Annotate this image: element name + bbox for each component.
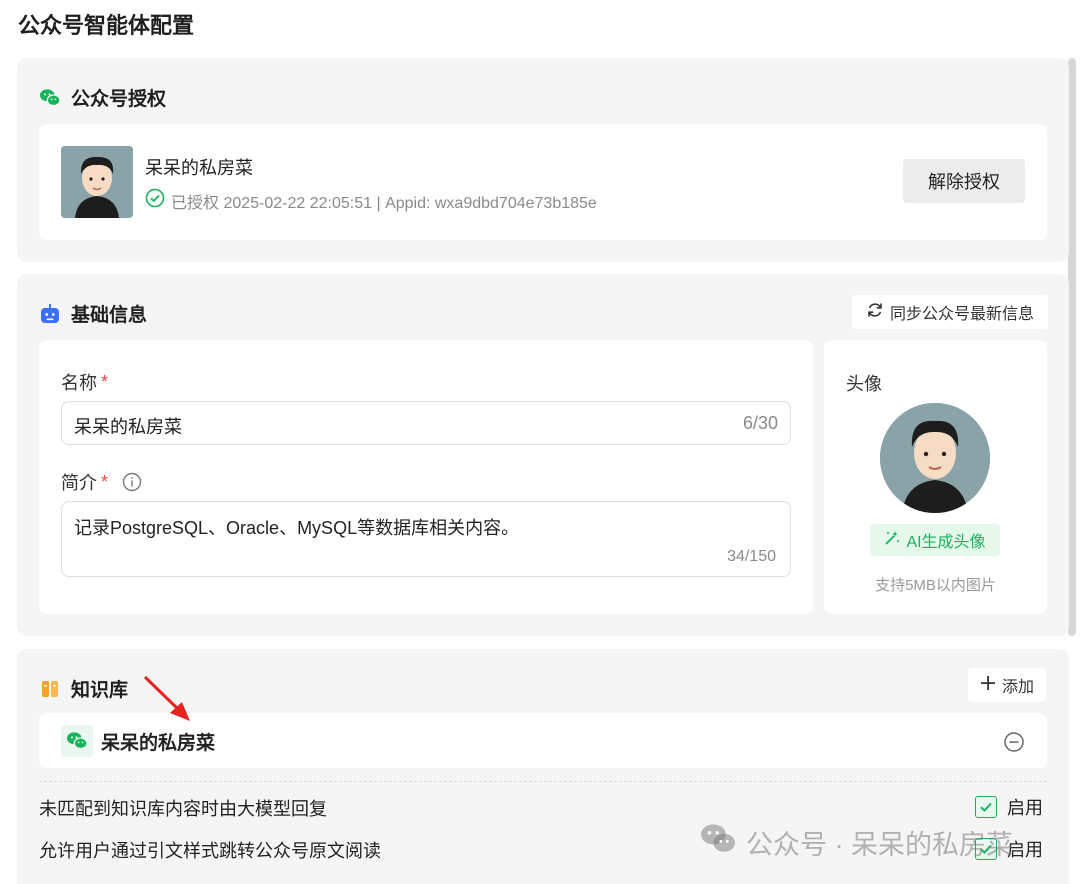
knowledge-base-header: 知识库 bbox=[39, 675, 128, 702]
description-textarea[interactable]: 记录PostgreSQL、Oracle、MySQL等数据库相关内容。 34/15… bbox=[61, 501, 791, 577]
magic-wand-icon bbox=[884, 530, 900, 551]
desc-field-label: 简介 * bbox=[61, 469, 142, 495]
page-title: 公众号智能体配置 bbox=[18, 13, 195, 38]
name-label-text: 名称 bbox=[61, 373, 97, 393]
add-knowledge-label: 添加 bbox=[1001, 679, 1034, 696]
basic-form-card: 名称 * 呆呆的私房菜 6/30 简介 * 记录PostgreSQL、Oracle、… bbox=[39, 340, 813, 614]
wechat-icon bbox=[61, 725, 93, 757]
description-value: 记录PostgreSQL、Oracle、MySQL等数据库相关内容。 bbox=[74, 518, 520, 538]
desc-label-text: 简介 bbox=[61, 473, 97, 493]
required-mark: * bbox=[101, 371, 109, 392]
auth-section-title: 公众号授权 bbox=[71, 89, 167, 110]
avatar-card: 头像 AI生成头像 支持5MB以内图片 bbox=[824, 340, 1047, 614]
ai-generate-avatar-button[interactable]: AI生成头像 bbox=[870, 524, 1000, 556]
refresh-icon bbox=[866, 301, 884, 324]
avatar-label: 头像 bbox=[846, 374, 882, 394]
required-mark: * bbox=[101, 471, 109, 492]
sync-info-label: 同步公众号最新信息 bbox=[889, 306, 1034, 323]
avatar-image[interactable] bbox=[880, 403, 990, 513]
option-state: 启用 bbox=[1007, 798, 1043, 818]
robot-icon bbox=[39, 303, 61, 325]
option-text: 未匹配到知识库内容时由大模型回复 bbox=[39, 799, 327, 819]
option-text: 允许用户通过引文样式跳转公众号原文阅读 bbox=[39, 841, 381, 861]
auth-status-text: 已授权 2025-02-22 22:05:51 | Appid: wxa9dbd… bbox=[171, 194, 597, 212]
account-avatar bbox=[61, 146, 133, 218]
check-circle-icon bbox=[145, 188, 165, 213]
basic-info-section: 基础信息 同步公众号最新信息 名称 * 呆呆的私房菜 6/30 简介 * 记录Pos… bbox=[17, 274, 1069, 636]
basic-info-title: 基础信息 bbox=[71, 305, 148, 326]
auth-card: 呆呆的私房菜 已授权 2025-02-22 22:05:51 | Appid: … bbox=[39, 124, 1047, 240]
name-input[interactable]: 呆呆的私房菜 6/30 bbox=[61, 401, 791, 445]
name-field-label: 名称 * bbox=[61, 369, 108, 395]
description-char-count: 34/150 bbox=[727, 548, 776, 565]
scrollbar[interactable] bbox=[1068, 58, 1076, 636]
name-char-count: 6/30 bbox=[742, 413, 778, 433]
basic-info-header: 基础信息 bbox=[39, 300, 147, 327]
auth-section: 公众号授权 呆呆的私房菜 已授权 2025-02-22 22:05:51 | A… bbox=[17, 58, 1069, 262]
avatar-size-hint: 支持5MB以内图片 bbox=[875, 577, 996, 594]
knowledge-base-title: 知识库 bbox=[71, 680, 129, 701]
sync-info-button[interactable]: 同步公众号最新信息 bbox=[852, 295, 1048, 329]
checkbox-icon[interactable] bbox=[975, 796, 997, 818]
wechat-icon bbox=[39, 87, 61, 109]
book-icon bbox=[39, 678, 61, 700]
name-input-value: 呆呆的私房菜 bbox=[74, 417, 182, 437]
minus-circle-icon[interactable] bbox=[1003, 731, 1025, 753]
revoke-auth-button[interactable]: 解除授权 bbox=[903, 159, 1025, 203]
knowledge-item-name: 呆呆的私房菜 bbox=[101, 733, 216, 754]
wechat-icon bbox=[698, 822, 738, 863]
ai-generate-avatar-label: AI生成头像 bbox=[906, 534, 986, 551]
annotation-arrow bbox=[143, 675, 190, 721]
account-name: 呆呆的私房菜 bbox=[145, 158, 253, 178]
watermark: 公众号 · 呆呆的私房菜 bbox=[698, 822, 1013, 863]
watermark-text: 公众号 · 呆呆的私房菜 bbox=[746, 830, 1013, 860]
add-knowledge-button[interactable]: 添加 bbox=[968, 668, 1046, 702]
divider bbox=[39, 781, 1047, 782]
auth-section-header: 公众号授权 bbox=[39, 84, 166, 111]
auth-status: 已授权 2025-02-22 22:05:51 | Appid: wxa9dbd… bbox=[145, 188, 597, 213]
info-icon[interactable] bbox=[122, 472, 142, 492]
option-toggle[interactable]: 启用 bbox=[975, 794, 1043, 820]
plus-icon bbox=[980, 675, 996, 696]
